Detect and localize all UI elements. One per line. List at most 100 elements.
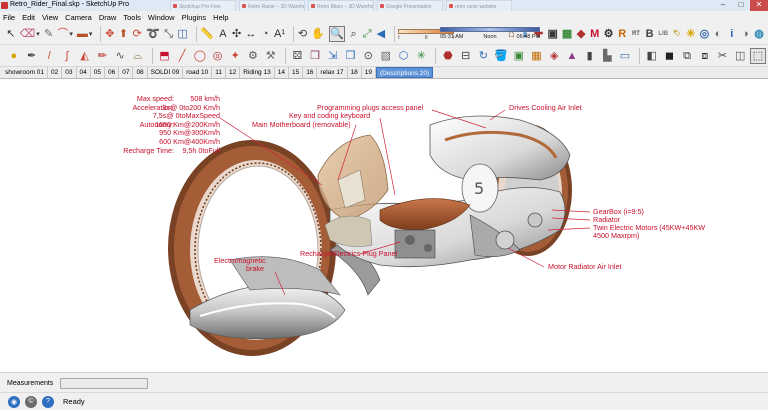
render-r-icon[interactable]: R bbox=[617, 26, 627, 42]
followme-icon[interactable]: ➰ bbox=[146, 26, 160, 42]
info-icon[interactable]: i bbox=[727, 26, 737, 42]
tube-icon[interactable]: ⊙ bbox=[360, 48, 376, 64]
scene-tab-12[interactable]: 12 bbox=[226, 67, 241, 78]
menu-file[interactable]: File bbox=[3, 13, 15, 22]
background-tab[interactable]: Google Presentation bbox=[377, 0, 443, 11]
fredo-scale-icon[interactable]: ⇲ bbox=[325, 48, 341, 64]
plank-icon[interactable]: ▭ bbox=[617, 48, 633, 64]
scene-tab-1[interactable]: showroom 01 bbox=[2, 67, 49, 78]
orbit-icon[interactable]: ⟲ bbox=[298, 26, 308, 42]
background-tab[interactable]: Sketchup Pro Free bbox=[170, 0, 236, 11]
background-tab[interactable]: Retro Bikes – 3D Warehouse bbox=[308, 0, 374, 11]
menu-camera[interactable]: Camera bbox=[65, 13, 92, 22]
weld-icon[interactable]: ⚒ bbox=[263, 48, 279, 64]
credits-icon[interactable]: © bbox=[25, 395, 37, 408]
render-lib-icon[interactable]: LIB bbox=[658, 26, 668, 42]
scene-tab-6[interactable]: 06 bbox=[105, 67, 120, 78]
label-icon[interactable]: A¹ bbox=[274, 26, 285, 42]
scene-tab-11[interactable]: 11 bbox=[212, 67, 227, 78]
pen-icon[interactable]: ✒ bbox=[24, 48, 40, 64]
profile-icon[interactable]: ▧ bbox=[378, 48, 394, 64]
ies-icon[interactable]: ◎ bbox=[700, 26, 710, 42]
rectangle-icon[interactable]: ▬ bbox=[77, 26, 88, 42]
sphere-icon[interactable]: ● bbox=[6, 48, 22, 64]
render-settings-icon[interactable]: ⚙ bbox=[604, 26, 614, 42]
protractor-icon[interactable]: ◔ bbox=[260, 26, 270, 42]
bezier-icon[interactable]: ∿ bbox=[112, 48, 128, 64]
paint-icon[interactable]: 🪣 bbox=[493, 48, 509, 64]
move-icon[interactable]: ✥ bbox=[105, 26, 115, 42]
scene-tab-5[interactable]: 05 bbox=[91, 67, 105, 78]
dropdown-arrow-icon[interactable]: ▾ bbox=[36, 30, 40, 38]
close-button[interactable]: ✕ bbox=[750, 0, 768, 11]
scene-tab-9[interactable]: SOLDI 09 bbox=[148, 67, 184, 78]
dimension-icon[interactable]: ↔ bbox=[245, 26, 256, 42]
color-cube-icon[interactable]: ◈ bbox=[546, 48, 562, 64]
lattice-icon[interactable]: ✳ bbox=[413, 48, 429, 64]
pencil-icon[interactable]: ✎ bbox=[44, 26, 54, 42]
time-of-day-slider[interactable]: 05:31 AM Noon 06:48 PM bbox=[440, 25, 541, 43]
scene-tab-10[interactable]: road 10 bbox=[183, 67, 213, 78]
duplicate-icon[interactable]: ❐ bbox=[343, 48, 359, 64]
scene-tab-16[interactable]: 16 bbox=[303, 67, 318, 78]
scene-tab-18[interactable]: 18 bbox=[348, 67, 362, 78]
intersect-icon[interactable]: ⧉ bbox=[679, 48, 695, 64]
render-b-icon[interactable]: B bbox=[645, 26, 655, 42]
shape-icon[interactable]: ◭ bbox=[77, 48, 93, 64]
zoom-window-icon[interactable]: ⌕ bbox=[349, 26, 359, 42]
scene-tab-7[interactable]: 07 bbox=[119, 67, 134, 78]
target-icon[interactable]: ◎ bbox=[210, 48, 226, 64]
curve-icon[interactable]: ∫ bbox=[59, 48, 75, 64]
pyramid-icon[interactable]: ▲ bbox=[564, 48, 580, 64]
scene-tab-8[interactable]: 08 bbox=[133, 67, 148, 78]
menu-window[interactable]: Window bbox=[148, 13, 175, 22]
background-tab[interactable]: Retro Racer – 3D Warehouse bbox=[239, 0, 305, 11]
menu-draw[interactable]: Draw bbox=[99, 13, 117, 22]
measurements-input[interactable] bbox=[60, 378, 148, 389]
menu-plugins[interactable]: Plugins bbox=[182, 13, 207, 22]
grid-icon[interactable]: ▦ bbox=[529, 48, 545, 64]
scene-tab-20[interactable]: (Descriptions 20) bbox=[376, 67, 434, 78]
arc-icon[interactable]: ⌒ bbox=[57, 26, 68, 42]
split-icon[interactable]: ◫ bbox=[732, 48, 748, 64]
cube-icon[interactable]: ❒ bbox=[307, 48, 323, 64]
outer-shell-icon[interactable]: ⬚ bbox=[750, 47, 766, 64]
scene-tab-19[interactable]: 19 bbox=[362, 67, 377, 78]
previous-view-icon[interactable]: ◀ bbox=[376, 26, 386, 42]
scene-tab-3[interactable]: 03 bbox=[62, 67, 77, 78]
tape-icon[interactable]: 📏 bbox=[200, 26, 214, 42]
maximize-button[interactable]: □ bbox=[732, 0, 750, 11]
subdivide-icon[interactable]: ⚄ bbox=[290, 48, 306, 64]
help-icon[interactable]: ? bbox=[42, 395, 54, 408]
dropdown-arrow-icon[interactable]: ▾ bbox=[89, 30, 93, 38]
stamp-icon[interactable]: ✦ bbox=[227, 48, 243, 64]
scene-tab-17[interactable]: relax 17 bbox=[317, 67, 348, 78]
model-viewport[interactable]: 5 Max speed: Acceleration: Autonomy: Rec… bbox=[0, 80, 768, 372]
zoom-extents-icon[interactable]: ⤢ bbox=[362, 26, 372, 42]
circle-icon[interactable]: ◯ bbox=[192, 48, 208, 64]
menu-tools[interactable]: Tools bbox=[123, 13, 141, 22]
light-icon[interactable]: ☀ bbox=[686, 26, 696, 42]
stairs-icon[interactable]: ▙ bbox=[599, 48, 615, 64]
pushpull-icon[interactable]: ⬆ bbox=[119, 26, 129, 42]
material-edit-icon[interactable]: ◑ bbox=[741, 26, 751, 42]
render-rt-icon[interactable]: RT bbox=[631, 26, 641, 42]
tag-icon[interactable]: 🏷 bbox=[672, 26, 682, 42]
match-photo-icon[interactable]: ▦ bbox=[562, 26, 572, 42]
component-icon[interactable]: ⬡ bbox=[396, 48, 412, 64]
minimize-button[interactable]: – bbox=[714, 0, 732, 11]
layout-icon[interactable]: ▣ bbox=[547, 26, 557, 42]
menu-help[interactable]: Help bbox=[213, 13, 228, 22]
time-slider-track[interactable] bbox=[440, 26, 541, 32]
box-icon[interactable]: ▣ bbox=[511, 48, 527, 64]
joint-icon[interactable]: ⬣ bbox=[440, 48, 456, 64]
select-icon[interactable]: ↖ bbox=[6, 26, 16, 42]
round-corner-icon[interactable]: ⌓ bbox=[130, 48, 146, 64]
material-icon[interactable]: ◐ bbox=[713, 26, 723, 42]
union-icon[interactable]: ⧈ bbox=[697, 48, 713, 64]
scene-tab-13[interactable]: Riding 13 bbox=[240, 67, 275, 78]
spring-icon[interactable]: ⚙ bbox=[245, 48, 261, 64]
pan-icon[interactable]: ✋ bbox=[311, 26, 325, 42]
face-icon[interactable]: ◧ bbox=[644, 48, 660, 64]
text-icon[interactable]: A bbox=[218, 26, 228, 42]
